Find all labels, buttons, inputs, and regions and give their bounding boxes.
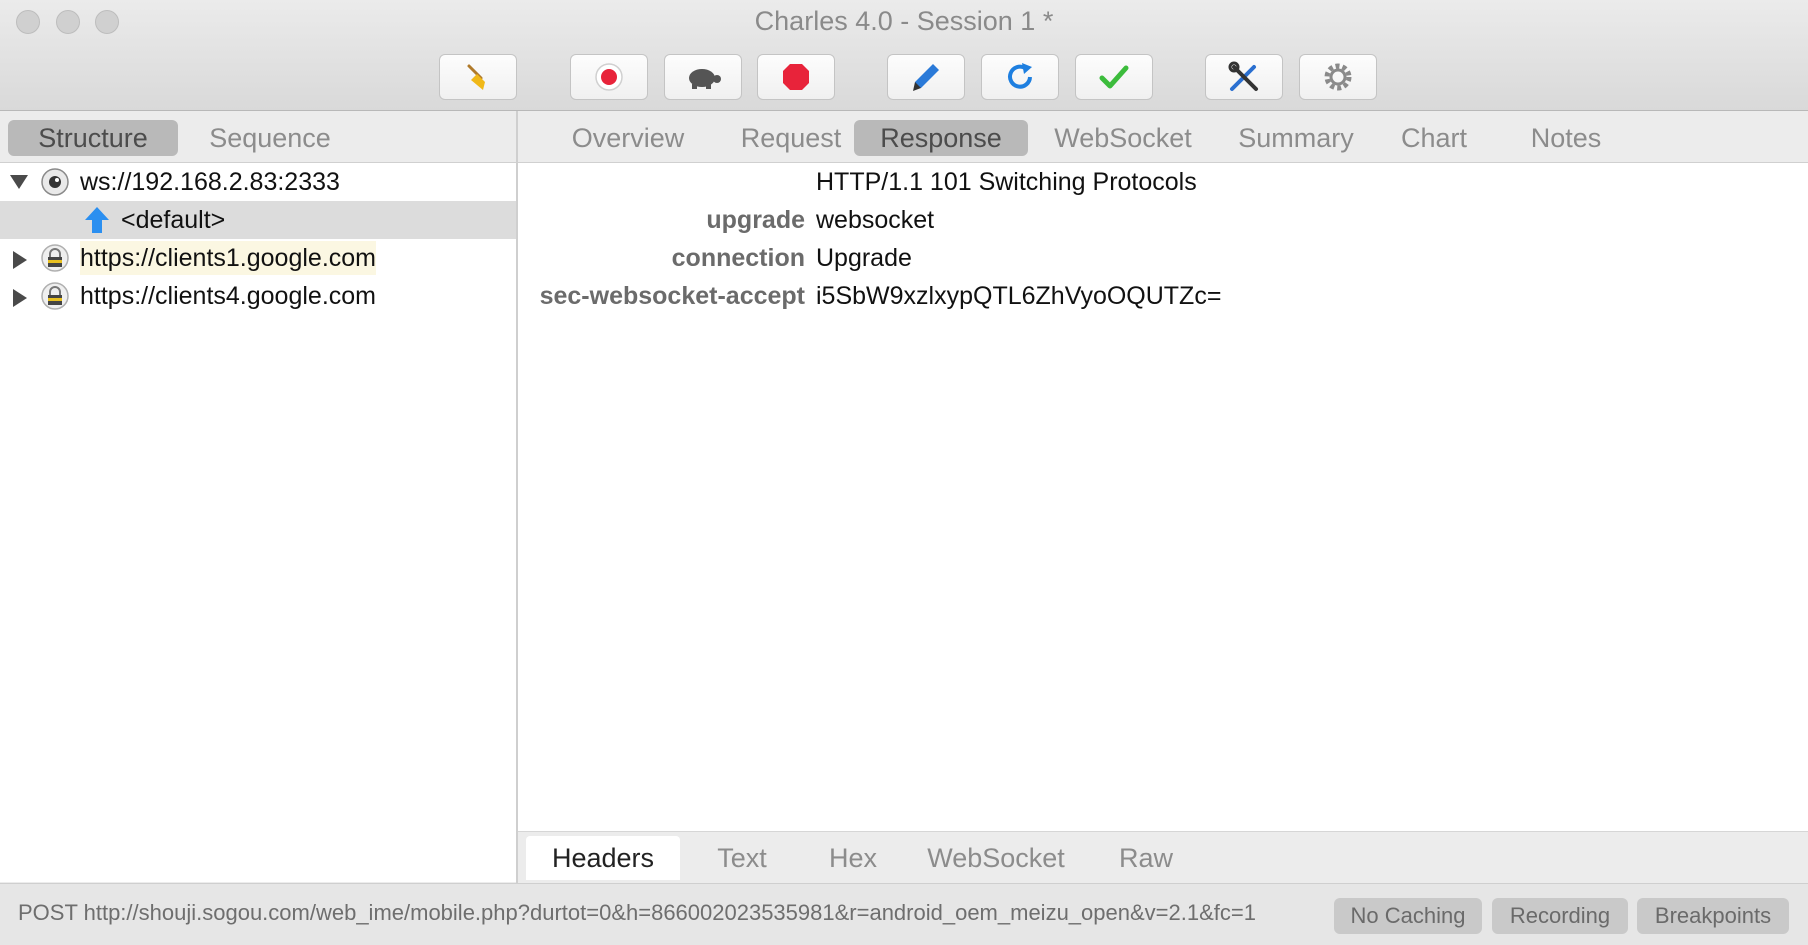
header-row[interactable]: connection Upgrade xyxy=(518,239,1808,277)
breakpoints-button[interactable] xyxy=(757,54,835,100)
throttle-button[interactable] xyxy=(664,54,742,100)
header-key: upgrade xyxy=(706,206,805,234)
tree-row-label: ws://192.168.2.83:2333 xyxy=(80,168,340,196)
refresh-icon xyxy=(1008,63,1032,89)
settings-button[interactable] xyxy=(1299,54,1377,100)
lock-icon xyxy=(41,244,69,272)
tab-summary[interactable]: Summary xyxy=(1218,120,1374,156)
breakpoints-status-button[interactable]: Breakpoints xyxy=(1637,898,1789,934)
turtle-icon xyxy=(689,69,721,89)
tab-request[interactable]: Request xyxy=(716,120,866,156)
stop-icon xyxy=(783,64,809,90)
status-bar: POST http://shouji.sogou.com/web_ime/mob… xyxy=(0,883,1808,945)
disclosure-triangle-icon[interactable] xyxy=(10,175,28,189)
header-key: sec-websocket-accept xyxy=(539,282,805,310)
upload-arrow-icon xyxy=(85,207,109,233)
tab-websocket[interactable]: WebSocket xyxy=(1038,120,1208,156)
host-tree: ws://192.168.2.83:2333 <default> https:/… xyxy=(0,163,516,882)
header-row[interactable]: sec-websocket-accept i5SbW9xzlxypQTL6ZhV… xyxy=(518,277,1808,315)
tab-response[interactable]: Response xyxy=(854,120,1028,156)
tab-hex[interactable]: Hex xyxy=(804,836,902,880)
tree-row-websocket-host[interactable]: ws://192.168.2.83:2333 xyxy=(0,163,516,201)
window-title: Charles 4.0 - Session 1 * xyxy=(754,6,1054,36)
header-row[interactable]: upgrade websocket xyxy=(518,201,1808,239)
header-value: websocket xyxy=(816,206,935,234)
disclosure-triangle-icon[interactable] xyxy=(13,289,27,307)
tab-structure[interactable]: Structure xyxy=(8,120,178,156)
clear-session-button[interactable] xyxy=(439,54,517,100)
status-url: POST http://shouji.sogou.com/web_ime/mob… xyxy=(18,900,1256,925)
websocket-host-icon xyxy=(41,168,69,196)
tab-notes[interactable]: Notes xyxy=(1506,120,1626,156)
tab-headers[interactable]: Headers xyxy=(526,836,680,880)
tab-raw[interactable]: Raw xyxy=(1090,836,1202,880)
record-icon xyxy=(595,63,623,91)
detail-tabs: Overview Request Response WebSocket Summ… xyxy=(518,111,1808,163)
checkmark-icon xyxy=(1099,65,1129,89)
lock-icon xyxy=(41,282,69,310)
repeat-button[interactable] xyxy=(981,54,1059,100)
tab-chart[interactable]: Chart xyxy=(1384,120,1484,156)
tree-row-clients4[interactable]: https://clients4.google.com xyxy=(0,277,516,315)
no-caching-button[interactable]: No Caching xyxy=(1334,898,1482,934)
pen-icon xyxy=(913,64,939,91)
broom-icon xyxy=(467,64,485,90)
status-line: HTTP/1.1 101 Switching Protocols xyxy=(816,168,1197,196)
tab-sequence[interactable]: Sequence xyxy=(188,120,352,156)
tools-icon xyxy=(1228,61,1258,91)
header-key: connection xyxy=(671,244,805,272)
tools-button[interactable] xyxy=(1205,54,1283,100)
body-view-tabs: Headers Text Hex WebSocket Raw xyxy=(518,831,1808,884)
tree-row-label: https://clients4.google.com xyxy=(80,282,376,310)
tab-text[interactable]: Text xyxy=(688,836,796,880)
tree-row-default[interactable]: <default> xyxy=(0,201,516,239)
header-value: i5SbW9xzlxypQTL6ZhVyoOQUTZc= xyxy=(816,282,1222,310)
view-mode-tabs: Structure Sequence xyxy=(0,111,516,163)
header-value: Upgrade xyxy=(816,244,912,272)
tree-row-clients1[interactable]: https://clients1.google.com xyxy=(0,239,516,277)
tab-websocket-body[interactable]: WebSocket xyxy=(910,836,1082,880)
response-headers-panel: HTTP/1.1 101 Switching Protocols upgrade… xyxy=(518,163,1808,831)
title-bar: Charles 4.0 - Session 1 * xyxy=(0,0,1808,111)
tab-overview[interactable]: Overview xyxy=(540,120,716,156)
disclosure-triangle-icon[interactable] xyxy=(13,251,27,269)
tree-row-label: https://clients1.google.com xyxy=(80,241,376,275)
tree-row-label: <default> xyxy=(121,206,226,234)
gear-icon xyxy=(1324,63,1352,91)
compose-button[interactable] xyxy=(887,54,965,100)
record-button[interactable] xyxy=(570,54,648,100)
recording-button[interactable]: Recording xyxy=(1492,898,1628,934)
validate-button[interactable] xyxy=(1075,54,1153,100)
status-line-row: HTTP/1.1 101 Switching Protocols xyxy=(518,163,1808,201)
